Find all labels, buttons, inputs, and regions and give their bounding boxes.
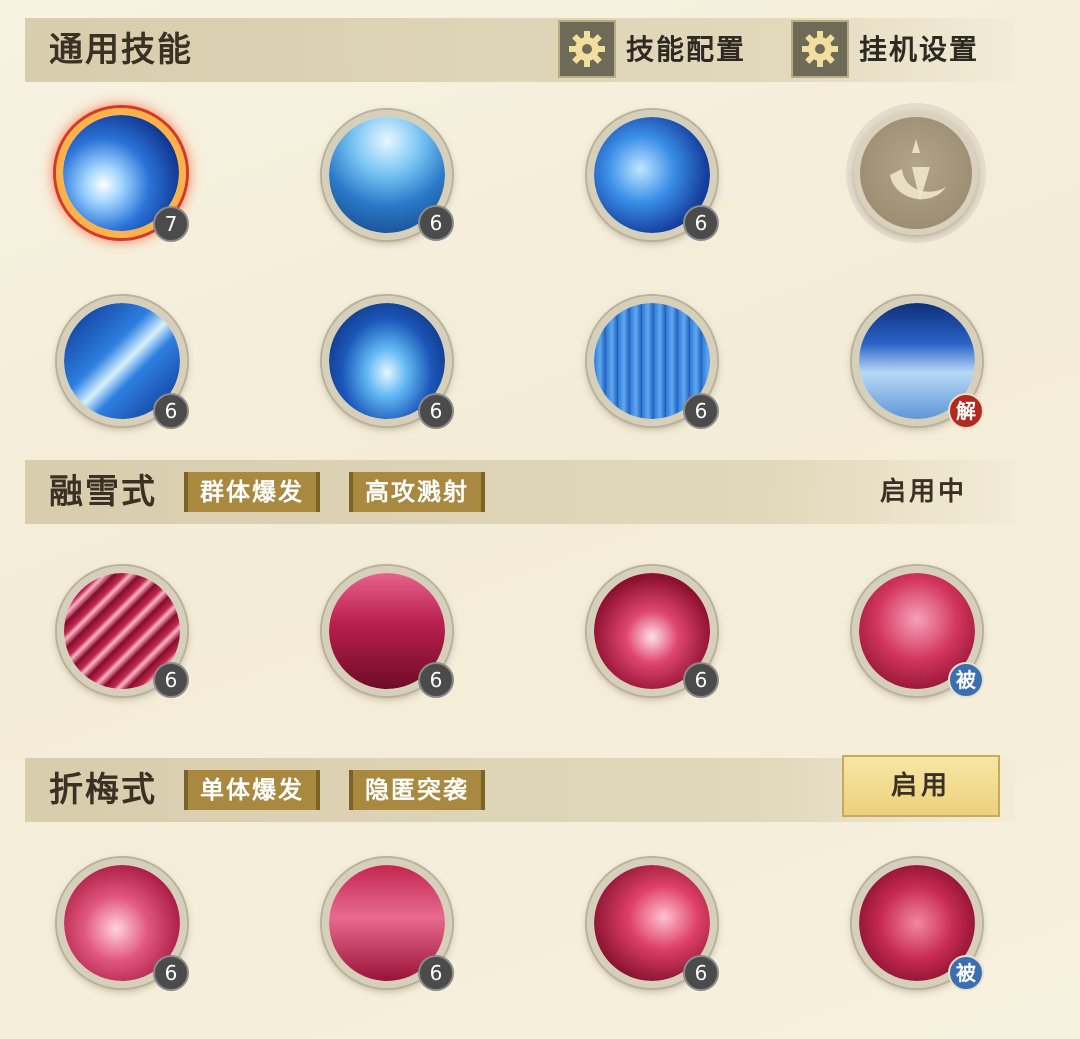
skill-level-badge: 6: [418, 662, 454, 698]
skill-level-badge: 6: [418, 205, 454, 241]
skill-level-badge: 6: [153, 393, 189, 429]
enable-button[interactable]: 启用: [842, 755, 1000, 817]
zhemei-section-header: 折梅式 单体爆发 隐匿突袭 启用: [25, 755, 1015, 822]
skill-config-label: 技能配置: [626, 33, 747, 66]
zhemei-tag-2: 隐匿突袭: [349, 770, 485, 810]
skill-level-badge: 6: [683, 205, 719, 241]
idle-settings-label: 挂机设置: [859, 33, 980, 66]
skill-level-badge: 7: [153, 206, 189, 242]
skill-level-badge: 6: [418, 393, 454, 429]
skill-level-badge: 6: [683, 955, 719, 991]
gear-icon: [791, 20, 849, 78]
skill-level-badge: 6: [153, 662, 189, 698]
rongxue-title: 融雪式: [49, 472, 157, 512]
crescent-emblem-icon: [854, 111, 978, 235]
skill-level-badge: 6: [683, 662, 719, 698]
general-skills-header: 通用技能 技能配置 挂机设置: [25, 18, 1015, 82]
passive-marker: 被: [948, 955, 984, 991]
skill-level-badge: 6: [683, 393, 719, 429]
zhemei-tag-1: 单体爆发: [184, 770, 320, 810]
unlock-marker: 解: [948, 393, 984, 429]
general-skills-title: 通用技能: [49, 30, 193, 70]
skill-level-badge: 6: [153, 955, 189, 991]
rongxue-section-header: 融雪式 群体爆发 高攻溅射 启用中: [25, 460, 1015, 524]
skill-level-badge: 6: [418, 955, 454, 991]
gear-icon: [558, 20, 616, 78]
rongxue-tag-1: 群体爆发: [184, 472, 320, 512]
rongxue-status: 启用中: [879, 477, 967, 507]
zhemei-title: 折梅式: [49, 770, 157, 810]
passive-marker: 被: [948, 662, 984, 698]
rongxue-tag-2: 高攻溅射: [349, 472, 485, 512]
